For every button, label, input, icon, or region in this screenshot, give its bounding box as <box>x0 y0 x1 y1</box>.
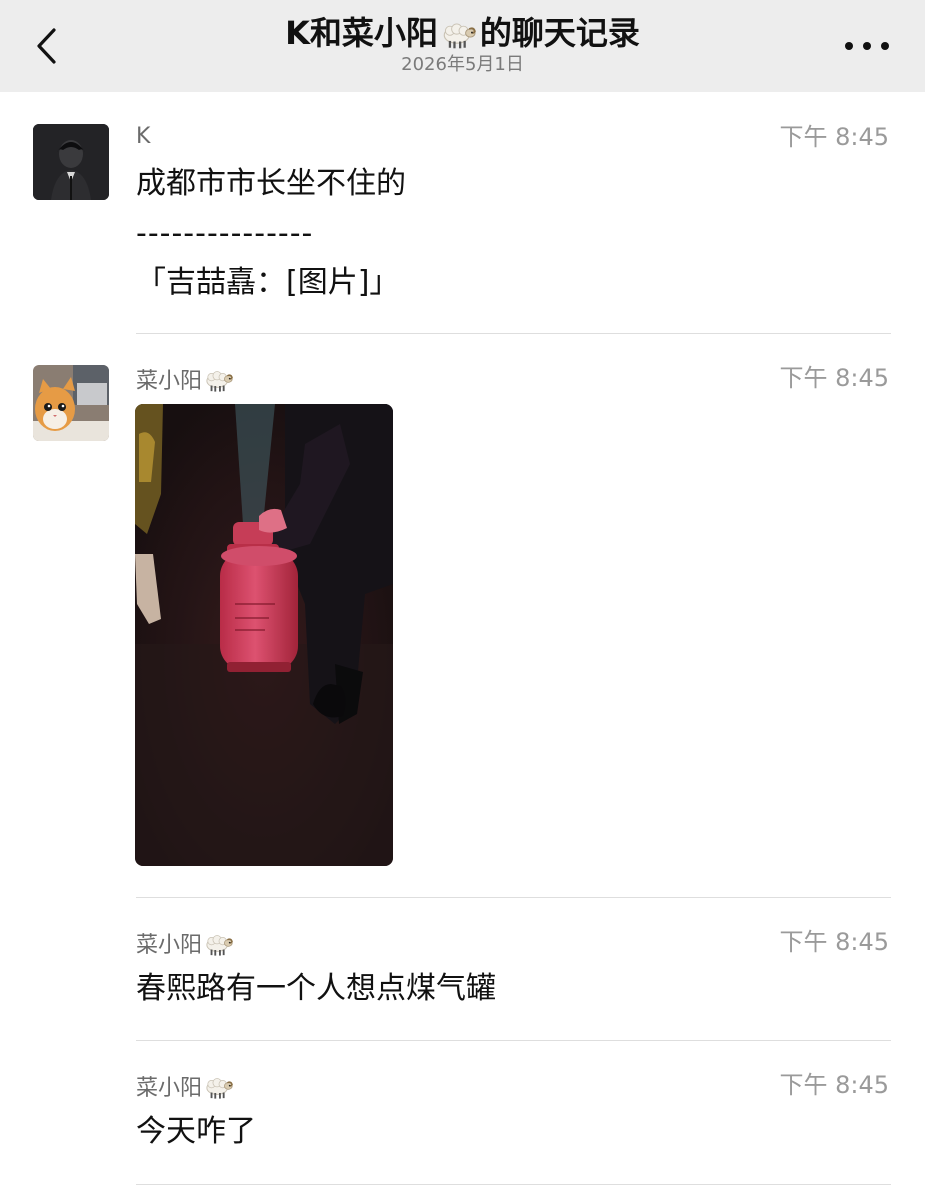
sender-name-text: 菜小阳 <box>136 369 203 394</box>
message-divider <box>136 1040 891 1041</box>
chat-record-header: K和菜小阳 的聊天记录 2026年5月1日 <box>0 0 925 92</box>
message-divider <box>136 1184 891 1185</box>
sender-name: 菜小阳 <box>136 929 235 959</box>
quoted-message: 「吉喆嚞：[图片]」 <box>136 265 400 300</box>
title-prefix: K和菜小阳 <box>285 14 438 52</box>
avatar-k[interactable] <box>33 124 109 200</box>
message-divider <box>136 333 891 334</box>
more-button[interactable] <box>845 36 889 56</box>
sender-name-text: 菜小阳 <box>136 1076 203 1101</box>
message-time: 下午 8:45 <box>779 123 889 151</box>
sheep-icon <box>206 370 234 393</box>
sheep-icon <box>206 934 234 957</box>
message-text: 成都市市长坐不住的 <box>136 166 406 201</box>
record-date: 2026年5月1日 <box>401 54 524 75</box>
sender-name: 菜小阳 <box>136 365 235 395</box>
message-divider <box>136 897 891 898</box>
more-dots-icon <box>845 42 853 50</box>
message-separator: --------------- <box>136 216 314 251</box>
message-time: 下午 8:45 <box>779 928 889 956</box>
message-photo[interactable] <box>135 404 393 866</box>
chevron-left-icon <box>37 28 56 64</box>
sender-name-text: 菜小阳 <box>136 933 203 958</box>
sheep-icon <box>206 1077 234 1100</box>
sender-name: K <box>136 124 151 149</box>
message-time: 下午 8:45 <box>779 1071 889 1099</box>
back-button[interactable] <box>26 22 66 70</box>
sheep-icon <box>443 23 476 50</box>
sender-name: 菜小阳 <box>136 1072 235 1102</box>
message-text: 春熙路有一个人想点煤气罐 <box>136 971 496 1006</box>
message-time: 下午 8:45 <box>779 364 889 392</box>
page-title: K和菜小阳 的聊天记录 <box>140 12 785 54</box>
avatar-caixiaoyang[interactable] <box>33 365 109 441</box>
title-suffix: 的聊天记录 <box>479 14 640 52</box>
header-title-block: K和菜小阳 的聊天记录 2026年5月1日 <box>140 12 785 76</box>
message-text: 今天咋了 <box>136 1114 256 1149</box>
